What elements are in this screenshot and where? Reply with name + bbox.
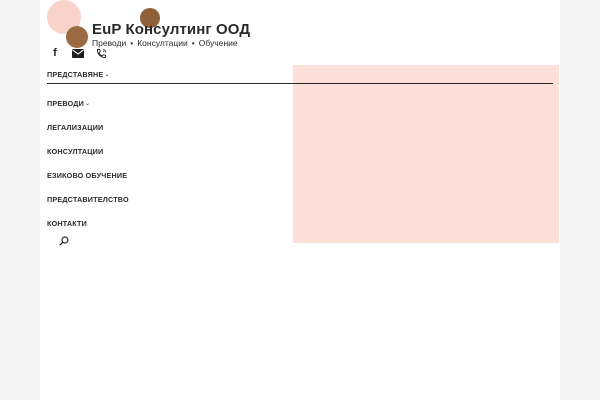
facebook-glyph: f (53, 47, 57, 59)
tagline-training: Обучение (198, 38, 238, 48)
page: EuP Консултинг ООД Преводи • Консултации • О… (40, 0, 560, 400)
nav-label: КОНТАКТИ (47, 218, 88, 228)
phone-icon[interactable] (94, 46, 108, 60)
nav-item-contacts[interactable]: КОНТАКТИ (47, 211, 553, 235)
nav-label: ПРЕВОДИ (47, 98, 84, 108)
nav-item-consultations[interactable]: КОНСУЛТАЦИИ (47, 139, 553, 163)
tagline-separator: • (191, 38, 195, 48)
nav-item-introduction[interactable]: ПРЕДСТАВЯНЕ ⌄ (47, 66, 553, 84)
nav-label: ЕЗИКОВО ОБУЧЕНИЕ (47, 170, 128, 180)
nav-item-language-training[interactable]: ЕЗИКОВО ОБУЧЕНИЕ (47, 163, 553, 187)
nav-item-translations[interactable]: ПРЕВОДИ ⌄ (47, 91, 553, 115)
tagline-separator: • (130, 38, 134, 48)
nav-label: ПРЕДСТАВЯНЕ (47, 70, 104, 79)
logo-circle-brown (66, 26, 88, 48)
brand-title: EuP Консултинг ООД (92, 21, 251, 38)
nav-item-legalizations[interactable]: ЛЕГАЛИЗАЦИИ (47, 115, 553, 139)
social-links: f (48, 46, 117, 60)
chevron-down-icon: ⌄ (104, 72, 110, 78)
nav-item-representation[interactable]: ПРЕДСТАВИТЕЛСТВО (47, 187, 553, 211)
nav-label: ЛЕГАЛИЗАЦИИ (47, 122, 104, 132)
main-navigation: ПРЕДСТАВЯНЕ ⌄ ПРЕВОДИ ⌄ ЛЕГАЛИЗАЦИИ КОНСУЛ… (47, 66, 553, 235)
mail-icon[interactable] (71, 46, 85, 60)
tagline-consultations: Консултации (137, 38, 188, 48)
nav-label: КОНСУЛТАЦИИ (47, 146, 104, 156)
nav-label: ПРЕДСТАВИТЕЛСТВО (47, 194, 129, 204)
facebook-icon[interactable]: f (48, 46, 62, 60)
search-icon[interactable] (59, 233, 69, 246)
chevron-down-icon: ⌄ (84, 100, 91, 107)
